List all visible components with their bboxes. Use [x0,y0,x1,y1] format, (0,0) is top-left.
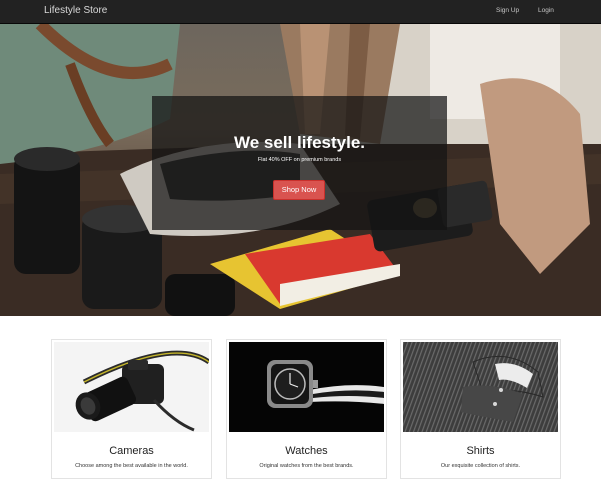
watch-image[interactable] [229,342,384,432]
camera-image[interactable] [54,342,209,432]
product-card-shirts[interactable]: Shirts Our exquisite collection of shirt… [400,339,561,479]
product-title: Cameras [109,445,154,457]
hero-title: We sell lifestyle. [233,133,366,152]
product-description: Original watches from the best brands. [259,463,354,469]
product-title: Watches [285,445,328,457]
navbar: Lifestyle Store Sign Up Login [0,0,601,24]
signup-link[interactable]: Sign Up [496,7,519,14]
product-card-watches[interactable]: Watches Original watches from the best b… [226,339,387,479]
product-description: Choose among the best available in the w… [75,463,188,469]
product-card-cameras[interactable]: Cameras Choose among the best available … [51,339,212,479]
hero-banner: We sell lifestyle. Flat 40% OFF on premi… [0,24,601,316]
shirt-image[interactable] [403,342,558,432]
hero-subtitle: Flat 40% OFF on premium brands [257,157,342,163]
hero-overlay: We sell lifestyle. Flat 40% OFF on premi… [152,96,447,230]
product-description: Our exquisite collection of shirts. [440,463,521,469]
brand-link[interactable]: Lifestyle Store [44,5,107,16]
product-title: Shirts [466,445,495,457]
shop-now-button[interactable]: Shop Now [273,180,325,200]
login-link[interactable]: Login [538,7,554,14]
